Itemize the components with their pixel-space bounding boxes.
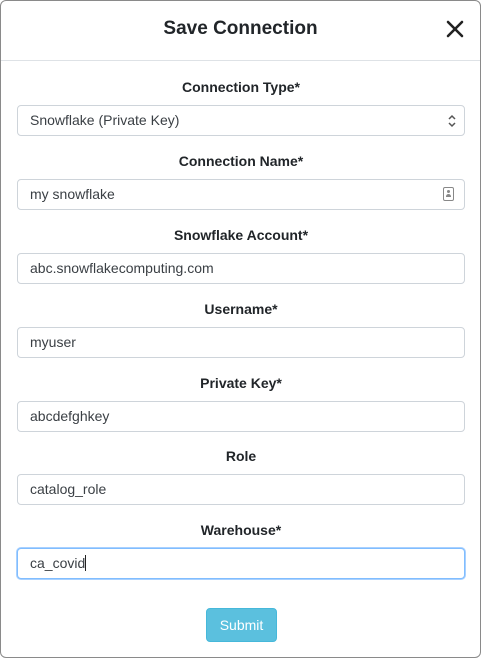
username-label: Username* [204, 301, 278, 317]
username-value: myuser [30, 334, 76, 350]
warehouse-label: Warehouse* [200, 522, 282, 538]
close-icon[interactable] [444, 18, 466, 40]
role-input[interactable]: catalog_role [17, 474, 465, 505]
submit-button[interactable]: Submit [206, 608, 277, 642]
snowflake-account-value: abc.snowflakecomputing.com [30, 260, 214, 276]
private-key-field: Private Key* abcdefghkey [17, 374, 465, 432]
dialog-title: Save Connection [163, 18, 318, 39]
connection-type-select[interactable]: Snowflake (Private Key) [17, 105, 465, 136]
text-cursor [85, 555, 87, 572]
connection-name-value: my snowflake [30, 186, 115, 202]
role-field: Role catalog_role [17, 447, 465, 505]
snowflake-account-field: Snowflake Account* abc.snowflakecomputin… [17, 226, 465, 284]
role-label: Role [225, 448, 257, 464]
warehouse-value: ca_covid [30, 555, 86, 571]
role-value: catalog_role [30, 481, 107, 497]
warehouse-input[interactable]: ca_covid [17, 548, 465, 579]
connection-type-field: Connection Type* Snowflake (Private Key) [17, 78, 465, 136]
username-field: Username* myuser [17, 300, 465, 358]
warehouse-field: Warehouse* ca_covid [17, 521, 465, 579]
connection-name-label: Connection Name* [178, 153, 304, 169]
private-key-input[interactable]: abcdefghkey [17, 401, 465, 432]
chevron-updown-icon [448, 114, 456, 128]
snowflake-account-input[interactable]: abc.snowflakecomputing.com [17, 253, 465, 284]
connection-type-value: Snowflake (Private Key) [30, 112, 180, 128]
connection-name-field: Connection Name* my snowflake [17, 152, 465, 210]
connection-name-input[interactable]: my snowflake [17, 179, 465, 210]
dialog-header: Save Connection [1, 1, 480, 61]
snowflake-account-label: Snowflake Account* [173, 227, 309, 243]
private-key-value: abcdefghkey [30, 408, 110, 424]
username-input[interactable]: myuser [17, 327, 465, 358]
connection-type-label: Connection Type* [182, 79, 300, 95]
contact-card-icon[interactable] [443, 187, 454, 201]
private-key-label: Private Key* [200, 375, 282, 391]
save-connection-dialog: Save Connection Connection Type* Snowfla… [0, 0, 481, 658]
